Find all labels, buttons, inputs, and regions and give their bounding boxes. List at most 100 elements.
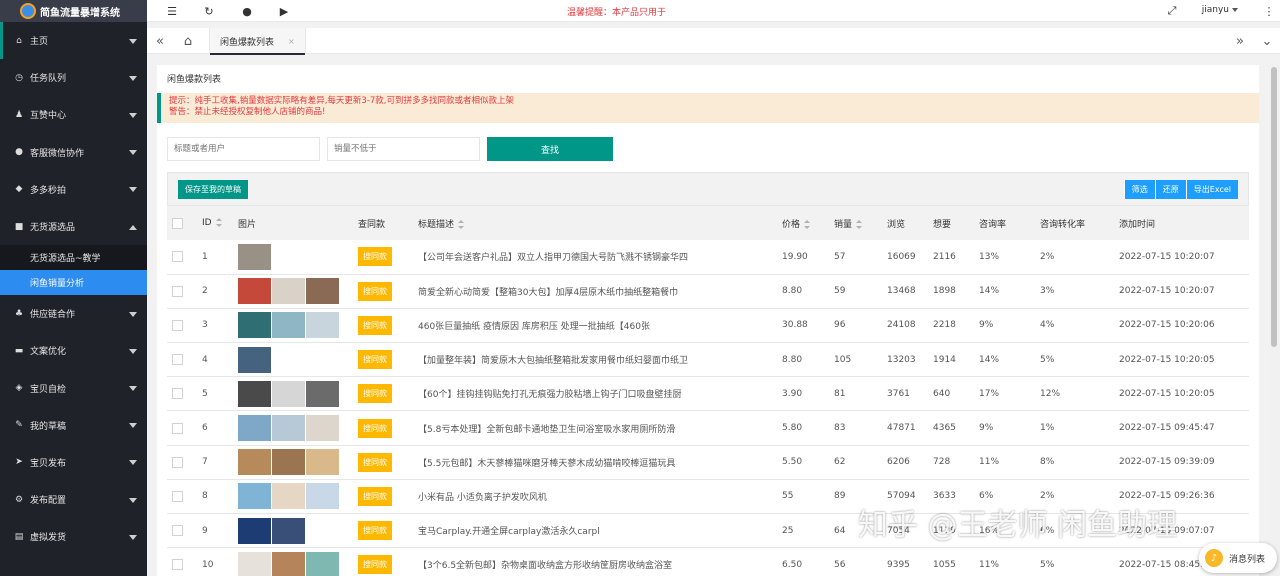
find-same-button[interactable]: 搜同款 (358, 281, 392, 301)
sort-icon[interactable] (804, 219, 811, 229)
product-thumbnail[interactable] (272, 517, 305, 544)
sort-icon[interactable] (215, 218, 222, 227)
scrollbar-thumb[interactable] (1271, 67, 1277, 347)
product-thumbnail[interactable] (272, 380, 305, 407)
product-thumbnail[interactable] (306, 278, 339, 305)
row-checkbox[interactable] (172, 388, 183, 400)
product-thumbnail[interactable] (272, 551, 305, 576)
product-thumbnail[interactable] (272, 415, 305, 442)
product-thumbnail[interactable] (306, 415, 339, 442)
close-icon[interactable]: × (288, 37, 295, 46)
row-checkbox[interactable] (172, 456, 183, 468)
find-same-button[interactable]: 搜同款 (358, 418, 392, 438)
reset-button[interactable]: 还原 (1154, 180, 1186, 199)
filter-button[interactable]: 筛选 (1123, 180, 1155, 199)
col-price[interactable]: 价格 (777, 206, 829, 240)
sidebar-item-copywriting[interactable]: ▬ 文案优化 (0, 332, 147, 369)
product-thumbnail[interactable] (238, 312, 271, 339)
app-logo[interactable]: 简鱼流量暴增系统 (0, 0, 147, 22)
sidebar-item-virtual-ship[interactable]: ▤ 虚拟发货 (0, 518, 147, 555)
table-row[interactable]: 5 搜同款 【60个】挂钩挂钩贴免打孔无痕强力胶粘墙上钩子门口吸盘壁挂厨 3.90 81… (167, 377, 1249, 411)
table-row[interactable]: 2 搜同款 简爱全新心动简爱【整箱30大包】加厚4层原木纸巾抽纸整箱餐巾 8.80 59… (167, 274, 1249, 309)
message-list-button[interactable]: ♪ 消息列表 (1199, 543, 1277, 573)
user-menu[interactable]: jianyu (1202, 5, 1238, 15)
find-same-button[interactable]: 搜同款 (358, 247, 392, 267)
sidebar-item-wechat-service[interactable]: ● 客服微信协作 (0, 134, 147, 171)
row-checkbox[interactable] (172, 251, 183, 263)
sidebar-item-task-queue[interactable]: ◷ 任务队列 (0, 59, 147, 96)
find-same-button[interactable]: 搜同款 (358, 384, 392, 404)
product-thumbnail[interactable] (306, 312, 339, 339)
sidebar-subitem-sales-analysis[interactable]: 闲鱼销量分析 (0, 270, 147, 296)
more-options-icon[interactable]: ⋮ (1262, 4, 1276, 18)
sidebar-item-mutual-like[interactable]: ♟ 互赞中心 (0, 96, 147, 133)
sidebar-item-drafts[interactable]: ✎ 我的草稿 (0, 407, 147, 444)
sort-icon[interactable] (856, 219, 863, 229)
sidebar-item-product-select[interactable]: ■ 无货源选品 (0, 208, 147, 245)
row-checkbox[interactable] (172, 525, 183, 537)
product-thumbnail[interactable] (238, 380, 271, 407)
product-thumbnail[interactable] (272, 483, 305, 510)
row-checkbox[interactable] (172, 559, 183, 571)
search-button[interactable]: 查找 (487, 137, 613, 161)
product-thumbnail[interactable] (272, 278, 305, 305)
find-same-button[interactable]: 搜同款 (358, 315, 392, 335)
page-scrollbar[interactable] (1268, 65, 1280, 576)
row-checkbox[interactable] (172, 285, 183, 297)
sidebar-item-supply-chain[interactable]: ♣ 供应链合作 (0, 295, 147, 332)
tab-xianyu-hot-list[interactable]: 闲鱼爆款列表 × (209, 28, 306, 55)
find-same-button[interactable]: 搜同款 (358, 555, 392, 575)
sidebar-item-duoduo[interactable]: ◆ 多多秒拍 (0, 171, 147, 208)
row-checkbox[interactable] (172, 354, 183, 366)
sidebar-item-publish-config[interactable]: ⚙ 发布配置 (0, 481, 147, 518)
sidebar-subitem-tutorial[interactable]: 无货源选品~教学 (0, 245, 147, 270)
table-row[interactable]: 4 搜同款 【加量整年装】简爱原木大包抽纸整箱批发家用餐巾纸妇婴面巾纸卫 8.80 10… (167, 343, 1249, 377)
more-icon[interactable]: ● (240, 4, 254, 18)
tabs-scroll-left-icon[interactable]: « (147, 28, 173, 54)
product-thumbnail[interactable] (306, 483, 339, 510)
product-thumbnail[interactable] (238, 551, 271, 576)
col-sales[interactable]: 销量 (829, 206, 882, 240)
col-title[interactable]: 标题描述 (413, 206, 777, 240)
sidebar-item-home[interactable]: ⌂ 主页 (0, 22, 147, 60)
product-thumbnail[interactable] (238, 449, 271, 476)
table-row[interactable]: 7 搜同款 【5.5元包邮】木天蓼棒猫咪磨牙棒天蓼木成幼猫啃咬棒逗猫玩具 5.50 62… (167, 445, 1249, 480)
col-id[interactable]: ID (197, 206, 233, 240)
product-thumbnail[interactable] (238, 243, 271, 270)
product-thumbnail[interactable] (272, 449, 305, 476)
product-thumbnail[interactable] (306, 551, 339, 576)
select-all-checkbox[interactable] (172, 217, 183, 229)
table-row[interactable]: 1 搜同款 【公司年会送客户礼品】双立人指甲刀德国大号防飞溅不锈钢豪华四 19.90 5… (167, 240, 1249, 275)
row-checkbox[interactable] (172, 490, 183, 502)
table-row[interactable]: 8 搜同款 小米有品 小适负离子护发吹风机 55 89 57094 3633 6% 2% 2022… (167, 479, 1249, 514)
sidebar-item-self-check[interactable]: ◈ 宝贝自检 (0, 370, 147, 407)
export-excel-button[interactable]: 导出Excel (1185, 180, 1238, 199)
table-row[interactable]: 9 搜同款 宝马Carplay.开通全屏carplay激活永久carpl 25 64 70… (167, 514, 1249, 548)
product-thumbnail[interactable] (306, 380, 339, 407)
product-thumbnail[interactable] (238, 278, 271, 305)
product-thumbnail[interactable] (306, 449, 339, 476)
row-checkbox[interactable] (172, 422, 183, 434)
product-thumbnail[interactable] (272, 312, 305, 339)
refresh-icon[interactable]: ↻ (202, 4, 216, 18)
sidebar-item-publish[interactable]: ➤ 宝贝发布 (0, 444, 147, 481)
row-checkbox[interactable] (172, 319, 183, 331)
table-row[interactable]: 3 搜同款 460张巨量抽纸 疫情原因 库房积压 处理一批抽纸【460张 30.88 9… (167, 308, 1249, 343)
fullscreen-icon[interactable]: ⤢ (1165, 4, 1179, 18)
product-thumbnail[interactable] (238, 346, 271, 373)
product-thumbnail[interactable] (238, 517, 271, 544)
find-same-button[interactable]: 搜同款 (358, 521, 392, 541)
table-row[interactable]: 10 搜同款 【3个6.5全新包邮】杂物桌面收纳盒方形收纳筐厨房收纳盒浴室 6.50 5… (167, 548, 1249, 576)
keyword-input[interactable] (167, 137, 320, 161)
home-tab-icon[interactable]: ⌂ (175, 28, 201, 54)
menu-toggle-icon[interactable]: ☰ (165, 4, 179, 18)
sort-icon[interactable] (458, 219, 465, 229)
find-same-button[interactable]: 搜同款 (358, 486, 392, 506)
product-thumbnail[interactable] (238, 483, 271, 510)
play-icon[interactable]: ▶ (277, 4, 291, 18)
table-row[interactable]: 6 搜同款 【5.8亏本处理】全新包邮卡通地垫卫生间浴室吸水家用厕所防滑 5.80 83… (167, 411, 1249, 446)
save-to-drafts-button[interactable]: 保存至我的草稿 (178, 180, 248, 199)
find-same-button[interactable]: 搜同款 (358, 350, 392, 370)
find-same-button[interactable]: 搜同款 (358, 452, 392, 472)
tabs-scroll-right-icon[interactable]: » (1227, 28, 1253, 54)
